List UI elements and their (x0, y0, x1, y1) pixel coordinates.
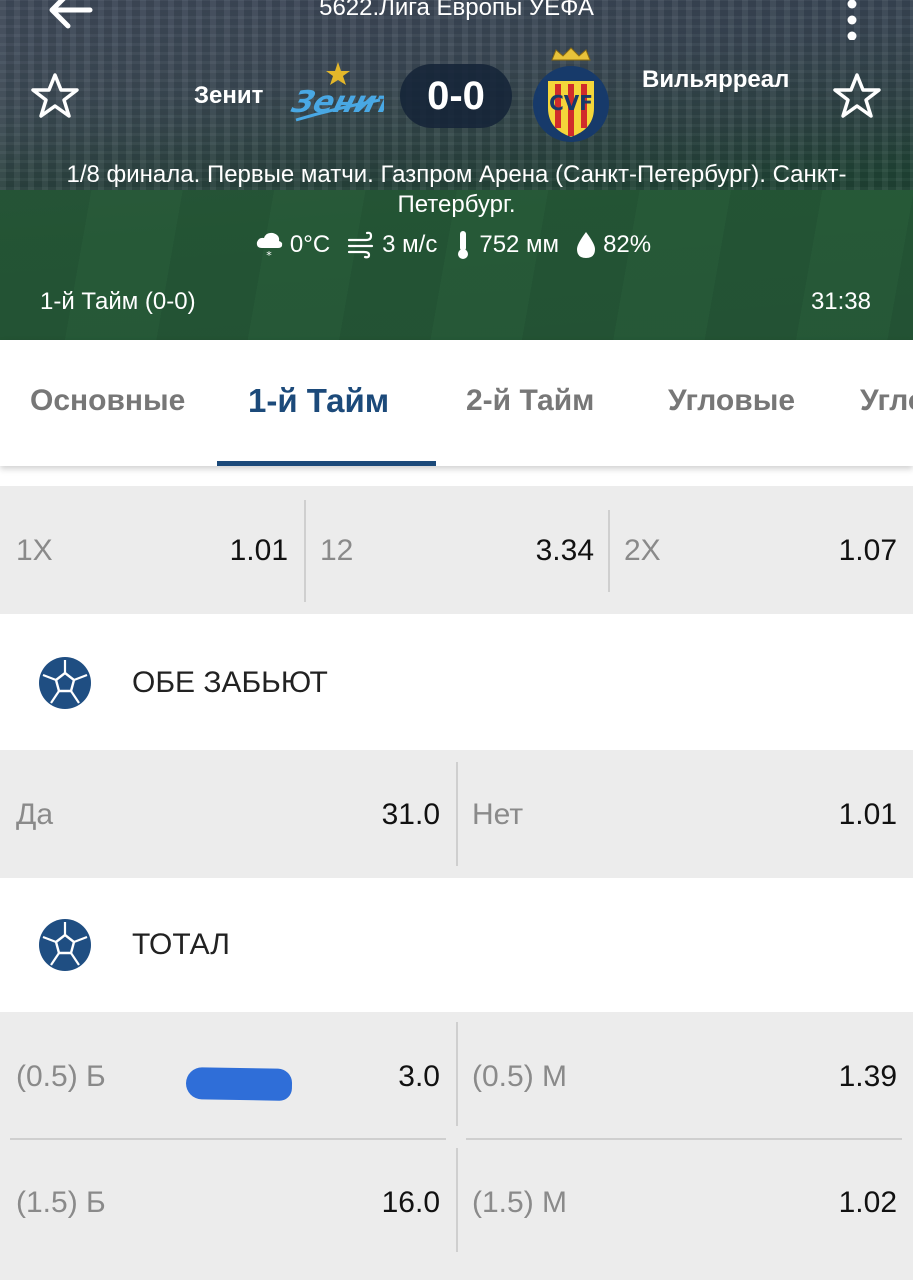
villarreal-logo: CVF (533, 47, 609, 142)
odds-label: Нет (472, 798, 524, 831)
odds-label: (1.5) Б (16, 1186, 106, 1219)
section-title: ТОТАЛ (132, 928, 230, 961)
favorite-star-icon[interactable] (30, 72, 80, 120)
total-rows: (0.5) Б 3.0 (0.5) М 1.39 (1.5) Б 16.0 (1… (0, 1012, 913, 1280)
match-clock: 31:38 (810, 288, 871, 315)
odds-label: 12 (320, 534, 354, 567)
snow-cloud-icon: * (256, 232, 283, 260)
tab-first-half[interactable]: 1-й Тайм (248, 382, 389, 420)
odds-label: (1.5) М (472, 1186, 568, 1219)
odds-cell-2x[interactable]: 2X 1.07 (610, 486, 913, 614)
both-score-row: Да 31.0 Нет 1.01 (0, 750, 913, 878)
tab-corners[interactable]: Угловые (668, 384, 795, 418)
soccer-ball-icon (39, 657, 91, 709)
svg-text:CVF: CVF (549, 91, 593, 115)
match-info: 1/8 финала. Первые матчи. Газпром Арена … (66, 161, 847, 218)
tab-main[interactable]: Основные (30, 384, 185, 418)
section-both-score[interactable]: ОБЕ ЗАБЬЮТ (0, 618, 913, 748)
wind-icon (348, 231, 374, 259)
market-tabs: Основные 1-й Тайм 2-й Тайм Угловые Углов… (0, 340, 913, 466)
section-total[interactable]: ТОТАЛ (0, 880, 913, 1010)
odds-value: 16.0 (381, 1186, 440, 1219)
odds-cell-over-1-5[interactable]: (1.5) Б 16.0 (0, 1140, 456, 1268)
tab-second-half[interactable]: 2-й Тайм (466, 384, 594, 418)
odds-value: 3.0 (398, 1060, 440, 1093)
thermometer-icon (458, 231, 469, 259)
more-vertical-icon[interactable] (842, 0, 862, 40)
weather-temperature: * 0°C (254, 230, 330, 260)
match-header: 5622.Лига Европы УЕФА Зенит Зенит 0-0 CV… (0, 0, 913, 340)
double-chance-row: 1X 1.01 12 3.34 2X 1.07 (0, 486, 913, 614)
odds-cell-yes[interactable]: Да 31.0 (0, 750, 456, 878)
home-team-name: Зенит (194, 82, 264, 109)
odds-value: 1.07 (838, 534, 897, 567)
odds-cell-no[interactable]: Нет 1.01 (458, 750, 913, 878)
odds-value: 31.0 (381, 798, 440, 831)
odds-value: 1.39 (838, 1060, 897, 1093)
soccer-ball-icon (39, 919, 91, 971)
odds-label: 1X (16, 534, 53, 567)
tab-corners-2[interactable]: Угловые (860, 384, 913, 418)
odds-label: (0.5) Б (16, 1060, 106, 1093)
odds-value: 3.34 (535, 534, 594, 567)
odds-cell-12[interactable]: 12 3.34 (306, 486, 608, 614)
away-team-name: Вильярреал (642, 66, 790, 93)
weather-humidity: 82% (575, 230, 651, 260)
highlight-marker (185, 1067, 293, 1101)
match-period: 1-й Тайм (0-0) (40, 288, 196, 315)
odds-label: 2X (624, 534, 661, 567)
water-drop-icon (577, 232, 596, 258)
active-tab-indicator (217, 461, 436, 466)
odds-cell-under-0-5[interactable]: (0.5) М 1.39 (458, 1012, 913, 1138)
odds-label: (0.5) М (472, 1060, 568, 1093)
odds-cell-under-1-5[interactable]: (1.5) М 1.02 (458, 1140, 913, 1268)
odds-value: 1.02 (838, 1186, 897, 1219)
weather-wind: 3 м/с (346, 230, 437, 260)
odds-value: 1.01 (838, 798, 897, 831)
weather-pressure: 752 мм (453, 230, 559, 260)
odds-cell-1x[interactable]: 1X 1.01 (0, 486, 304, 614)
weather-bar: * 0°C 3 м/с 752 мм 82% (0, 230, 913, 260)
favorite-star-icon[interactable] (832, 72, 882, 120)
section-title: ОБЕ ЗАБЬЮТ (132, 666, 328, 699)
zenit-logo: Зенит (288, 62, 384, 122)
svg-text:*: * (266, 249, 272, 260)
league-title: 5622.Лига Европы УЕФА (319, 0, 594, 21)
odds-label: Да (16, 798, 54, 831)
match-score: 0-0 (400, 64, 512, 128)
odds-value: 1.01 (229, 534, 288, 567)
